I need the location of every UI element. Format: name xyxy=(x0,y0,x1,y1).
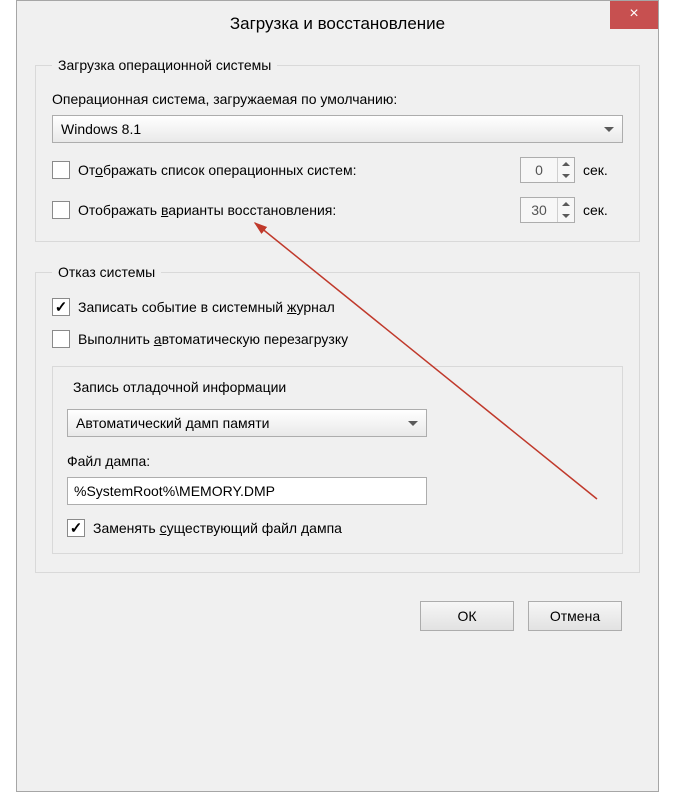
spinner-up-icon[interactable] xyxy=(558,198,574,210)
failure-legend: Отказ системы xyxy=(52,264,161,280)
seconds-unit: сек. xyxy=(583,162,623,178)
recovery-seconds-spinner[interactable] xyxy=(520,197,575,223)
window-title: Загрузка и восстановление xyxy=(17,1,658,47)
dump-file-input[interactable] xyxy=(67,477,427,505)
show-os-list-label[interactable]: Отображать список операционных систем: xyxy=(78,162,356,178)
close-icon: × xyxy=(629,5,638,22)
cancel-button[interactable]: Отмена xyxy=(528,601,622,631)
default-os-label: Операционная система, загружаемая по умо… xyxy=(52,91,623,107)
dialog-window: Загрузка и восстановление × Загрузка опе… xyxy=(16,0,659,792)
dump-type-value: Автоматический дамп памяти xyxy=(76,415,269,431)
dump-type-select[interactable]: Автоматический дамп памяти xyxy=(67,409,427,437)
spinner-down-icon[interactable] xyxy=(558,170,574,182)
auto-restart-label[interactable]: Выполнить автоматическую перезагрузку xyxy=(78,331,348,347)
show-recovery-checkbox[interactable] xyxy=(52,201,70,219)
overwrite-dump-checkbox[interactable] xyxy=(67,519,85,537)
log-event-checkbox[interactable] xyxy=(52,298,70,316)
recovery-seconds-input[interactable] xyxy=(521,201,557,219)
seconds-unit: сек. xyxy=(583,202,623,218)
show-os-list-checkbox[interactable] xyxy=(52,161,70,179)
client-area: Загрузка операционной системы Операционн… xyxy=(17,47,658,647)
os-list-seconds-spinner[interactable] xyxy=(520,157,575,183)
failure-group: Отказ системы Записать событие в системн… xyxy=(35,264,640,573)
startup-group: Загрузка операционной системы Операционн… xyxy=(35,57,640,242)
debug-info-group: Запись отладочной информации Автоматичес… xyxy=(52,366,623,554)
ok-button[interactable]: ОК xyxy=(420,601,514,631)
spinner-up-icon[interactable] xyxy=(558,158,574,170)
default-os-select[interactable]: Windows 8.1 xyxy=(52,115,623,143)
startup-legend: Загрузка операционной системы xyxy=(52,57,277,73)
title-bar: Загрузка и восстановление × xyxy=(17,1,658,47)
close-button[interactable]: × xyxy=(610,1,658,29)
default-os-value: Windows 8.1 xyxy=(61,121,141,137)
debug-info-legend: Запись отладочной информации xyxy=(67,379,292,395)
chevron-down-icon xyxy=(604,127,614,132)
log-event-label[interactable]: Записать событие в системный журнал xyxy=(78,299,335,315)
auto-restart-checkbox[interactable] xyxy=(52,330,70,348)
chevron-down-icon xyxy=(408,421,418,426)
os-list-seconds-input[interactable] xyxy=(521,161,557,179)
button-row: ОК Отмена xyxy=(35,595,640,631)
spinner-down-icon[interactable] xyxy=(558,210,574,222)
dump-file-label: Файл дампа: xyxy=(67,453,608,469)
show-recovery-label[interactable]: Отображать варианты восстановления: xyxy=(78,202,336,218)
overwrite-dump-label[interactable]: Заменять существующий файл дампа xyxy=(93,520,342,536)
